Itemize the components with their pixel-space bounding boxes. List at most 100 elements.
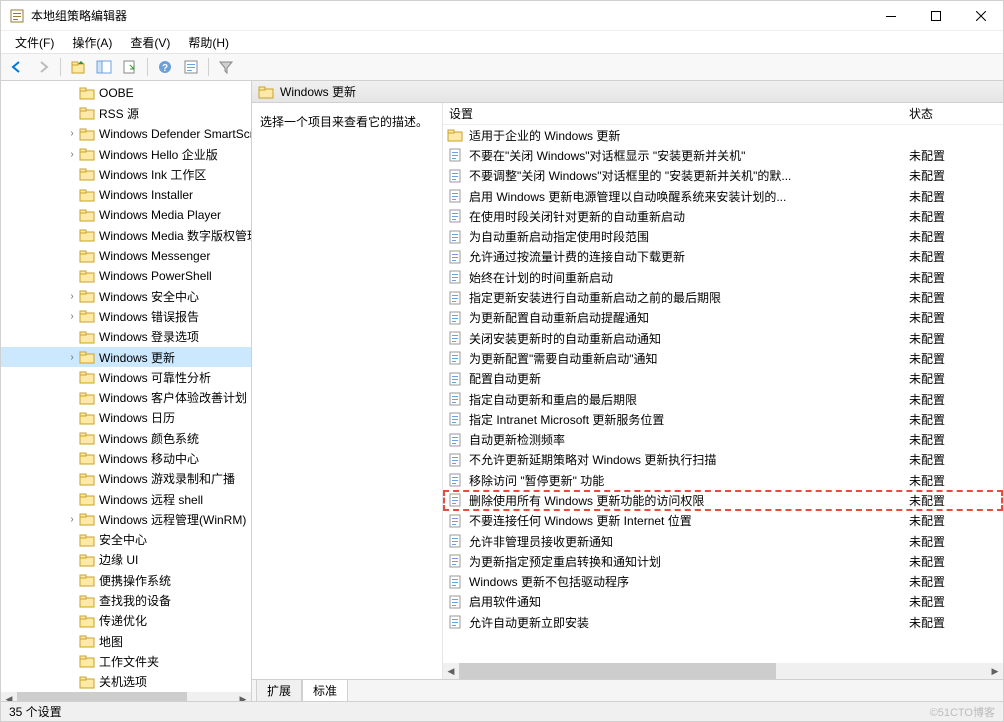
tree-item[interactable]: Windows 远程 shell bbox=[1, 489, 252, 509]
tree-expander-icon[interactable]: › bbox=[65, 289, 79, 303]
app-icon bbox=[9, 8, 25, 24]
folder-icon bbox=[79, 633, 95, 649]
tree-item[interactable]: Windows PowerShell bbox=[1, 266, 252, 286]
folder-icon bbox=[79, 572, 95, 588]
minimize-button[interactable] bbox=[868, 1, 913, 30]
tree-expander-icon[interactable]: › bbox=[65, 350, 79, 364]
setting-row[interactable]: 为更新配置自动重新启动提醒通知未配置 bbox=[443, 308, 1003, 328]
setting-row[interactable]: 在使用时段关闭针对更新的自动重新启动未配置 bbox=[443, 206, 1003, 226]
tree-expander-icon[interactable]: › bbox=[65, 309, 79, 323]
forward-button[interactable] bbox=[31, 55, 55, 79]
tree-item-label: Windows Media Player bbox=[99, 208, 221, 222]
setting-row[interactable]: 为更新指定预定重启转换和通知计划未配置 bbox=[443, 551, 1003, 571]
help-button[interactable]: ? bbox=[153, 55, 177, 79]
tree-item[interactable]: ›Windows Hello 企业版 bbox=[1, 144, 252, 164]
tree-expander-icon[interactable]: › bbox=[65, 147, 79, 161]
tab-standard[interactable]: 标准 bbox=[302, 679, 348, 701]
tree-item[interactable]: 便携操作系统 bbox=[1, 570, 252, 590]
setting-row[interactable]: 关闭安装更新时的自动重新启动通知未配置 bbox=[443, 328, 1003, 348]
setting-row[interactable]: 配置自动更新未配置 bbox=[443, 369, 1003, 389]
tree-item[interactable]: 传递优化 bbox=[1, 611, 252, 631]
tree-item[interactable]: Windows Media 数字版权管理 bbox=[1, 225, 252, 245]
tree-item[interactable]: Windows 日历 bbox=[1, 408, 252, 428]
menu-file[interactable]: 文件(F) bbox=[7, 32, 62, 53]
tree-item[interactable]: Windows 登录选项 bbox=[1, 327, 252, 347]
setting-row[interactable]: 适用于企业的 Windows 更新 bbox=[443, 125, 1003, 145]
export-button[interactable] bbox=[118, 55, 142, 79]
tree-item[interactable]: Windows Ink 工作区 bbox=[1, 164, 252, 184]
settings-hscrollbar[interactable]: ◀ ▶ bbox=[443, 663, 1003, 679]
setting-row[interactable]: 允许非管理员接收更新通知未配置 bbox=[443, 531, 1003, 551]
setting-row[interactable]: 启用 Windows 更新电源管理以自动唤醒系统来安装计划的...未配置 bbox=[443, 186, 1003, 206]
setting-row[interactable]: 始终在计划的时间重新启动未配置 bbox=[443, 267, 1003, 287]
setting-row[interactable]: Windows 更新不包括驱动程序未配置 bbox=[443, 572, 1003, 592]
setting-row[interactable]: 删除使用所有 Windows 更新功能的访问权限未配置 bbox=[443, 490, 1003, 510]
tree-item[interactable]: Windows 可靠性分析 bbox=[1, 367, 252, 387]
setting-name: 不允许更新延期策略对 Windows 更新执行扫描 bbox=[469, 451, 903, 468]
tree-item[interactable]: Windows 游戏录制和广播 bbox=[1, 469, 252, 489]
tree-item[interactable]: 查找我的设备 bbox=[1, 590, 252, 610]
setting-row[interactable]: 移除访问 "暂停更新" 功能未配置 bbox=[443, 470, 1003, 490]
maximize-button[interactable] bbox=[913, 1, 958, 30]
setting-row[interactable]: 不要连接任何 Windows 更新 Internet 位置未配置 bbox=[443, 511, 1003, 531]
folder-icon bbox=[79, 329, 95, 345]
tree-item[interactable]: ›Windows 错误报告 bbox=[1, 306, 252, 326]
setting-row[interactable]: 指定 Intranet Microsoft 更新服务位置未配置 bbox=[443, 409, 1003, 429]
tree-expander-icon bbox=[65, 654, 79, 668]
setting-row[interactable]: 为自动重新启动指定使用时段范围未配置 bbox=[443, 226, 1003, 246]
policy-icon bbox=[447, 188, 463, 204]
scroll-left-button[interactable]: ◀ bbox=[1, 692, 17, 701]
tree-item[interactable]: Windows 移动中心 bbox=[1, 448, 252, 468]
setting-row[interactable]: 指定自动更新和重启的最后期限未配置 bbox=[443, 389, 1003, 409]
tab-extended[interactable]: 扩展 bbox=[256, 679, 302, 701]
folder-icon bbox=[79, 511, 95, 527]
show-hide-tree-button[interactable] bbox=[92, 55, 116, 79]
tree-item[interactable]: Windows 客户体验改善计划 bbox=[1, 387, 252, 407]
setting-row[interactable]: 为更新配置"需要自动重新启动"通知未配置 bbox=[443, 348, 1003, 368]
filter-button[interactable] bbox=[214, 55, 238, 79]
details-header: Windows 更新 bbox=[252, 81, 1003, 103]
scroll-right-button[interactable]: ▶ bbox=[987, 663, 1003, 679]
tree-item[interactable]: ›Windows 安全中心 bbox=[1, 286, 252, 306]
scroll-left-button[interactable]: ◀ bbox=[443, 663, 459, 679]
tree-item[interactable]: OOBE bbox=[1, 83, 252, 103]
setting-row[interactable]: 不允许更新延期策略对 Windows 更新执行扫描未配置 bbox=[443, 450, 1003, 470]
tree-hscrollbar[interactable]: ◀ ▶ bbox=[1, 692, 251, 701]
policy-icon bbox=[447, 168, 463, 184]
setting-status: 未配置 bbox=[903, 472, 1003, 489]
setting-row[interactable]: 允许自动更新立即安装未配置 bbox=[443, 612, 1003, 632]
tree-item[interactable]: ›Windows 更新 bbox=[1, 347, 252, 367]
tree-item[interactable]: ›Windows 远程管理(WinRM) bbox=[1, 509, 252, 529]
setting-row[interactable]: 不要在"关闭 Windows"对话框显示 "安装更新并关机"未配置 bbox=[443, 145, 1003, 165]
scroll-right-button[interactable]: ▶ bbox=[235, 692, 251, 701]
tree-item[interactable]: Windows Media Player bbox=[1, 205, 252, 225]
up-button[interactable] bbox=[66, 55, 90, 79]
setting-row[interactable]: 不要调整"关闭 Windows"对话框里的 "安装更新并关机"的默...未配置 bbox=[443, 166, 1003, 186]
setting-row[interactable]: 指定更新安装进行自动重新启动之前的最后期限未配置 bbox=[443, 287, 1003, 307]
tree-item[interactable]: 安全中心 bbox=[1, 530, 252, 550]
setting-row[interactable]: 启用软件通知未配置 bbox=[443, 592, 1003, 612]
back-button[interactable] bbox=[5, 55, 29, 79]
menu-view[interactable]: 查看(V) bbox=[122, 32, 178, 53]
tree-item[interactable]: Windows 颜色系统 bbox=[1, 428, 252, 448]
tree-item[interactable]: ›Windows Defender SmartScreen bbox=[1, 124, 252, 144]
column-setting[interactable]: 设置 bbox=[443, 105, 903, 122]
menu-help[interactable]: 帮助(H) bbox=[180, 32, 237, 53]
menu-action[interactable]: 操作(A) bbox=[64, 32, 120, 53]
properties-button[interactable] bbox=[179, 55, 203, 79]
setting-row[interactable]: 允许通过按流量计费的连接自动下载更新未配置 bbox=[443, 247, 1003, 267]
tree-item[interactable]: 地图 bbox=[1, 631, 252, 651]
tree-item[interactable]: 边缘 UI bbox=[1, 550, 252, 570]
close-button[interactable] bbox=[958, 1, 1003, 30]
tree-expander-icon[interactable]: › bbox=[65, 127, 79, 141]
folder-icon bbox=[79, 308, 95, 324]
tree-item[interactable]: RSS 源 bbox=[1, 103, 252, 123]
tree-item[interactable]: 关机选项 bbox=[1, 672, 252, 692]
tree-expander-icon[interactable]: › bbox=[65, 512, 79, 526]
setting-row[interactable]: 自动更新检测频率未配置 bbox=[443, 429, 1003, 449]
tree-item[interactable]: Windows Installer bbox=[1, 184, 252, 204]
column-status[interactable]: 状态 bbox=[903, 105, 1003, 122]
main-area: 选择一个项目来查看它的描述。 设置 状态 适用于企业的 Windows 更新不要… bbox=[252, 103, 1003, 679]
tree-item[interactable]: Windows Messenger bbox=[1, 245, 252, 265]
tree-item[interactable]: 工作文件夹 bbox=[1, 651, 252, 671]
